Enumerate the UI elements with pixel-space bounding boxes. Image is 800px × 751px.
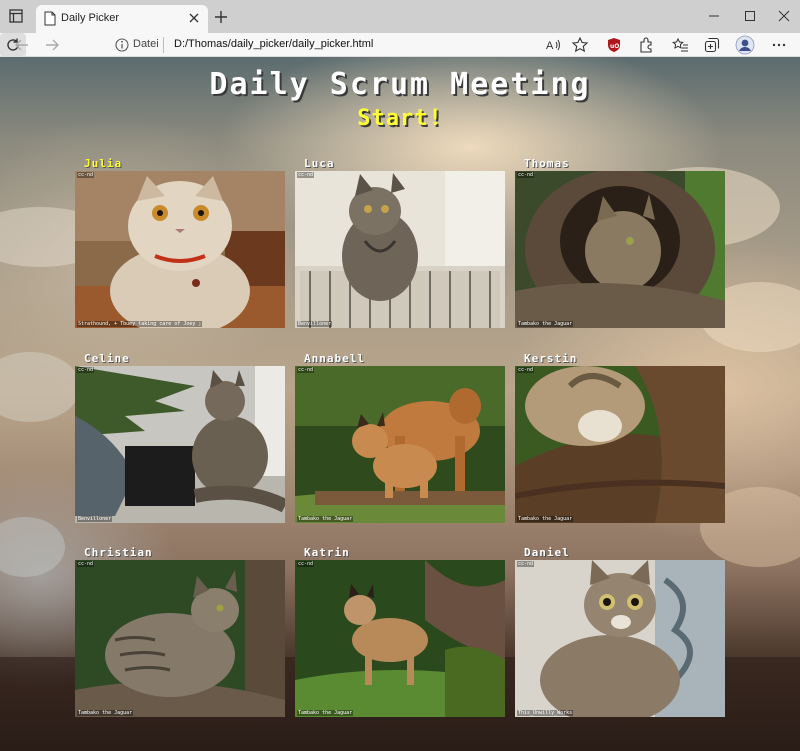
tab-title: Daily Picker: [61, 12, 120, 24]
minimize-icon[interactable]: [704, 7, 724, 25]
favorite-star-icon[interactable]: [571, 36, 589, 54]
participant-name: Celine: [84, 352, 130, 365]
browser-tab[interactable]: Daily Picker: [36, 5, 208, 33]
participant-name: Julia: [84, 157, 123, 170]
license-label: cc-nd: [517, 367, 535, 373]
photo-credit: This_Unwilly_Works: [517, 710, 574, 716]
svg-text:A: A: [546, 40, 554, 52]
cat-photo: cc-nd Strathound, + Tbuey taking care of…: [75, 171, 285, 328]
cat-photo: cc-nd This_Unwilly_Works: [515, 560, 725, 717]
photo-credit: Strathound, + Tbuey taking care of Joey …: [77, 321, 203, 327]
new-tab-icon[interactable]: [212, 8, 230, 26]
close-window-icon[interactable]: [774, 7, 794, 25]
tab-actions-icon[interactable]: [8, 8, 24, 24]
ublock-extension-icon[interactable]: uO: [605, 36, 623, 54]
license-label: cc-nd: [297, 367, 315, 373]
more-menu-icon[interactable]: [770, 36, 788, 54]
photo-credit: Benvilloner: [297, 321, 333, 327]
cat-photo: cc-nd Benvilloner: [295, 171, 505, 328]
photo-credit: Tambako the Jaguar: [517, 516, 574, 522]
site-info-icon[interactable]: [114, 37, 130, 53]
participant-name: Thomas: [524, 157, 570, 170]
license-label: cc-nd: [297, 172, 315, 178]
license-label: cc-nd: [77, 367, 95, 373]
cat-photo: cc-nd Tambako the Jaguar: [515, 366, 725, 523]
read-aloud-icon[interactable]: A: [545, 36, 563, 54]
close-tab-icon[interactable]: [186, 10, 202, 26]
cat-photo: cc-nd Tambako the Jaguar: [295, 560, 505, 717]
photo-credit: Benvilloner: [77, 516, 113, 522]
address-bar[interactable]: D:/Thomas/daily_picker/daily_picker.html: [174, 38, 373, 50]
url-scheme-label: Datei: [133, 38, 159, 50]
photo-credit: Tambako the Jaguar: [297, 710, 354, 716]
photo-credit: Tambako the Jaguar: [77, 710, 134, 716]
back-icon[interactable]: [12, 35, 32, 55]
browser-toolbar: Datei D:/Thomas/daily_picker/daily_picke…: [0, 33, 800, 57]
license-label: cc-nd: [517, 561, 535, 567]
cat-photo: cc-nd Tambako the Jaguar: [295, 366, 505, 523]
license-label: cc-nd: [517, 172, 535, 178]
start-button[interactable]: Start!: [0, 106, 800, 131]
participant-name: Katrin: [304, 546, 350, 559]
participant-name: Christian: [84, 546, 153, 559]
license-label: cc-nd: [77, 172, 95, 178]
profile-avatar-icon[interactable]: [735, 35, 755, 55]
collections-icon[interactable]: [703, 36, 721, 54]
photo-credit: Tambako the Jaguar: [297, 516, 354, 522]
participant-name: Kerstin: [524, 352, 578, 365]
license-label: cc-nd: [297, 561, 315, 567]
url-separator: [163, 37, 164, 53]
page-title: Daily Scrum Meeting: [209, 67, 591, 102]
page-content: Daily Scrum Meeting Start! Julia cc-nd S…: [0, 57, 800, 751]
favorites-list-icon[interactable]: [671, 36, 689, 54]
extensions-icon[interactable]: [637, 36, 655, 54]
maximize-icon[interactable]: [740, 7, 760, 25]
participant-name: Luca: [304, 157, 335, 170]
photo-credit: Tambako the Jaguar: [517, 321, 574, 327]
cat-photo: cc-nd Tambako the Jaguar: [75, 560, 285, 717]
svg-text:uO: uO: [610, 43, 619, 50]
license-label: cc-nd: [77, 561, 95, 567]
page-icon: [44, 11, 56, 26]
forward-icon[interactable]: [42, 35, 62, 55]
cat-photo: cc-nd Tambako the Jaguar: [515, 171, 725, 328]
participant-name: Annabell: [304, 352, 365, 365]
cat-photo: cc-nd Benvilloner: [75, 366, 285, 523]
browser-tab-bar: Daily Picker: [0, 0, 800, 33]
participant-name: Daniel: [524, 546, 570, 559]
